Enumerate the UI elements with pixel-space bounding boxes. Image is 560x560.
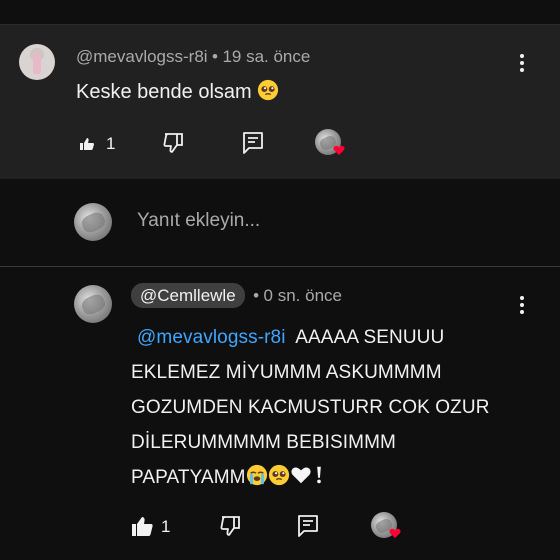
dislike-icon[interactable] (162, 131, 186, 155)
reply-line-4: DİLERUMMMMM BEBISIMMM (131, 432, 396, 453)
like-icon[interactable] (79, 137, 95, 151)
comment-header: @mevavlogss-r8i • 19 sa. önce (76, 47, 310, 67)
reply-like-icon[interactable] (131, 515, 153, 537)
reply-separator: • (253, 286, 260, 305)
reply-more-menu-icon[interactable] (520, 296, 524, 317)
comment-text-body: Keske bende olsam (76, 81, 252, 103)
commenter-avatar[interactable] (19, 44, 55, 80)
reply-like-count: 1 (161, 517, 171, 536)
reply-line-2: EKLEMEZ MİYUMMM ASKUMMMM (131, 362, 442, 383)
divider (0, 266, 560, 267)
add-reply-input[interactable]: Yanıt ekleyin... (137, 210, 260, 232)
reply-line-3: GOZUMDEN KACMUSTURR COK OZUR (131, 397, 490, 418)
reply-heart-icon (389, 528, 401, 538)
pleading-face-emoji (258, 79, 279, 101)
comment-time[interactable]: 19 sa. önce (222, 47, 310, 66)
comment-card: @mevavlogss-r8i • 19 sa. önce Keske bend… (0, 25, 560, 179)
white-heart-emoji (290, 467, 311, 484)
reply-header: @Cemllewle • 0 sn. önce (131, 283, 342, 308)
reply-icon[interactable] (242, 131, 264, 155)
reply-author-badge[interactable]: @Cemllewle (131, 283, 245, 308)
loudly-crying-face-emoji (246, 464, 267, 486)
reply-time[interactable]: 0 sn. önce (264, 286, 342, 305)
my-avatar (74, 203, 112, 241)
comment-author[interactable]: @mevavlogss-r8i (76, 47, 208, 66)
reply-line-1: AAAAA SENUUU (295, 327, 445, 348)
pleading-face-emoji-2 (268, 464, 289, 486)
comment-like-count: 1 (106, 134, 116, 153)
reply-dislike-icon[interactable] (219, 514, 243, 538)
top-strip (0, 0, 560, 25)
exclamation-emoji (316, 466, 321, 484)
reply-mention-link[interactable]: @mevavlogss-r8i (137, 327, 286, 348)
heart-icon (333, 145, 345, 155)
comment-more-menu-icon[interactable] (520, 54, 524, 75)
reply-author-avatar[interactable] (74, 285, 112, 323)
comment-separator: • (212, 47, 218, 66)
reply-reply-icon[interactable] (297, 514, 319, 538)
reply-line-5: PAPATYAMM (131, 467, 246, 488)
comment-text: Keske bende olsam (76, 79, 279, 104)
reply-text: @mevavlogss-r8i AAAAA SENUUU EKLEMEZ MİY… (131, 320, 551, 495)
